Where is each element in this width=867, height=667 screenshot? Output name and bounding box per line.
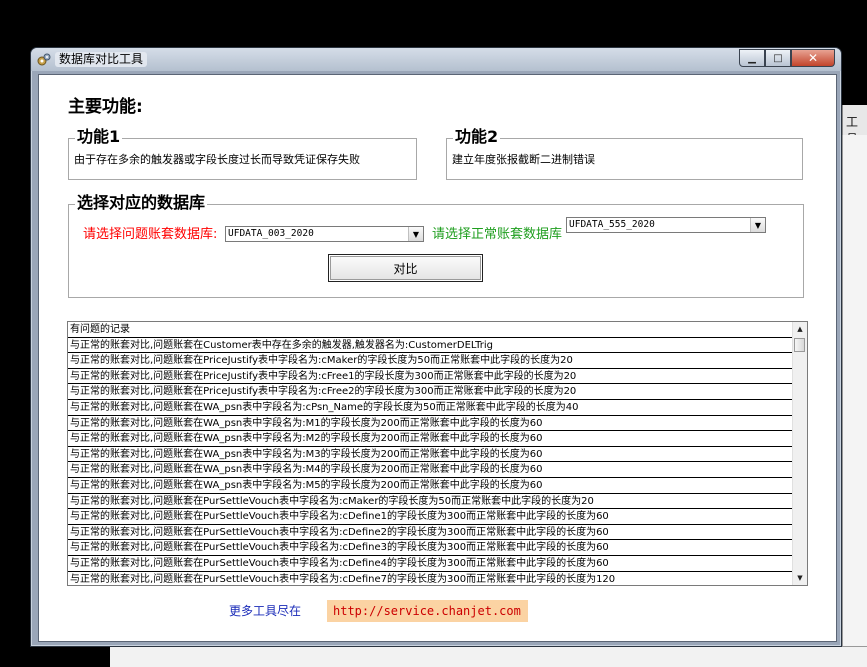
minimize-button[interactable]: ▁ <box>739 49 765 67</box>
problem-db-label: 请选择问题账套数据库: <box>83 227 218 242</box>
window-title: 数据库对比工具 <box>55 52 148 67</box>
database-select-legend: 选择对应的数据库 <box>75 193 208 213</box>
list-item[interactable]: 与正常的账套对比,问题账套在PriceJustify表中字段名为:cFree1的… <box>68 369 793 385</box>
feature1-description: 由于存在多余的触发器或字段长度过长而导致凭证保存失败 <box>74 153 360 166</box>
feature1-legend: 功能1 <box>75 127 123 147</box>
list-item[interactable]: 与正常的账套对比,问题账套在PurSettleVouch表中字段名为:cDefi… <box>68 525 793 541</box>
list-item[interactable]: 与正常的账套对比,问题账套在PurSettleVouch表中字段名为:cDefi… <box>68 509 793 525</box>
window-client-area: 主要功能: 功能1 由于存在多余的触发器或字段长度过长而导致凭证保存失败 功能2… <box>38 74 837 642</box>
page-title: 主要功能: <box>68 97 143 117</box>
more-tools-label: 更多工具尽在 <box>229 604 302 618</box>
scroll-down-icon[interactable]: ▼ <box>793 571 807 585</box>
feature1-group: 功能1 由于存在多余的触发器或字段长度过长而导致凭证保存失败 <box>68 127 417 180</box>
minimize-icon: ▁ <box>748 52 756 64</box>
background-window-tab: 工具 <box>842 105 867 146</box>
list-item[interactable]: 与正常的账套对比,问题账套在Customer表中存在多余的触发器,触发器名为:C… <box>68 338 793 354</box>
compare-button[interactable]: 对比 <box>328 254 483 282</box>
chevron-down-icon[interactable]: ▼ <box>750 218 765 232</box>
list-item[interactable]: 与正常的账套对比,问题账套在PurSettleVouch表中字段名为:cDefi… <box>68 556 793 572</box>
feature2-description: 建立年度张报截断二进制错误 <box>452 153 595 166</box>
list-item[interactable]: 与正常的账套对比,问题账套在WA_psn表中字段名为:M4的字段长度为200而正… <box>68 462 793 478</box>
problem-db-select[interactable]: UFDATA_003_2020 ▼ <box>225 226 424 242</box>
list-item[interactable]: 与正常的账套对比,问题账套在PurSettleVouch表中字段名为:cDefi… <box>68 540 793 556</box>
background-window-bottom <box>110 646 867 667</box>
problem-db-value: UFDATA_003_2020 <box>228 228 314 239</box>
list-item[interactable]: 与正常的账套对比,问题账套在WA_psn表中字段名为:M5的字段长度为200而正… <box>68 478 793 494</box>
vertical-scrollbar[interactable]: ▲ ▼ <box>792 322 807 585</box>
close-button[interactable]: ✕ <box>791 49 835 67</box>
window-controls: ▁ □ ✕ <box>739 49 835 67</box>
list-item[interactable]: 与正常的账套对比,问题账套在PriceJustify表中字段名为:cFree2的… <box>68 384 793 400</box>
results-list[interactable]: 有问题的记录 与正常的账套对比,问题账套在Customer表中存在多余的触发器,… <box>67 321 808 586</box>
maximize-icon: □ <box>773 52 783 64</box>
list-header: 有问题的记录 <box>68 322 793 338</box>
list-item[interactable]: 与正常的账套对比,问题账套在WA_psn表中字段名为:cPsn_Name的字段长… <box>68 400 793 416</box>
gear-icon <box>37 53 51 66</box>
list-item[interactable]: 与正常的账套对比,问题账套在WA_psn表中字段名为:M3的字段长度为200而正… <box>68 447 793 463</box>
scroll-up-icon[interactable]: ▲ <box>793 322 807 336</box>
list-item[interactable]: 与正常的账套对比,问题账套在WA_psn表中字段名为:M1的字段长度为200而正… <box>68 416 793 432</box>
normal-db-label: 请选择正常账套数据库 <box>432 227 563 242</box>
list-item[interactable]: 与正常的账套对比,问题账套在WA_psn表中字段名为:M2的字段长度为200而正… <box>68 431 793 447</box>
normal-db-select[interactable]: UFDATA_555_2020 ▼ <box>566 217 766 233</box>
list-item[interactable]: 与正常的账套对比,问题账套在PriceJustify表中字段名为:cMaker的… <box>68 353 793 369</box>
main-window: 数据库对比工具 ▁ □ ✕ 主要功能: 功能1 由于存在多余的触发器或字段长度过… <box>30 47 842 647</box>
normal-db-value: UFDATA_555_2020 <box>569 219 655 230</box>
background-window <box>842 135 867 666</box>
title-bar[interactable]: 数据库对比工具 ▁ □ ✕ <box>31 48 841 71</box>
service-link[interactable]: http://service.chanjet.com <box>327 600 528 622</box>
results-rows: 有问题的记录 与正常的账套对比,问题账套在Customer表中存在多余的触发器,… <box>68 322 793 586</box>
maximize-button[interactable]: □ <box>765 49 791 67</box>
chevron-down-icon[interactable]: ▼ <box>408 227 423 241</box>
feature2-group: 功能2 建立年度张报截断二进制错误 <box>446 127 803 180</box>
scroll-thumb[interactable] <box>794 338 805 352</box>
feature2-legend: 功能2 <box>453 127 501 147</box>
close-icon: ✕ <box>807 51 819 65</box>
list-item[interactable]: 与正常的账套对比,问题账套在PurSettleVouch表中字段名为:cMake… <box>68 494 793 510</box>
list-item[interactable]: 与正常的账套对比,问题账套在PurSettleVouch表中字段名为:cDefi… <box>68 572 793 586</box>
